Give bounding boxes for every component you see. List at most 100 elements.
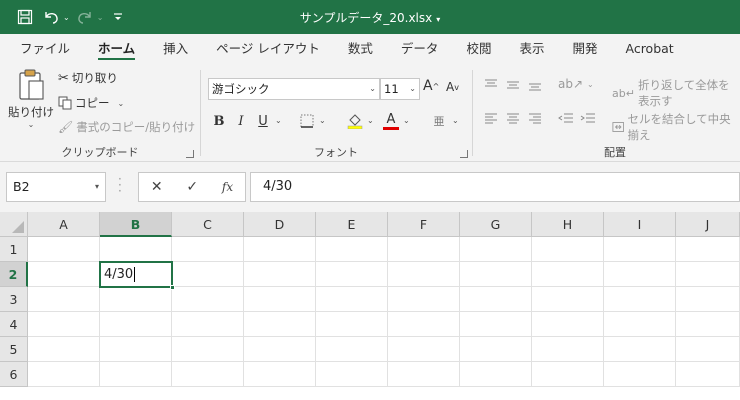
tab-page-layout[interactable]: ページ レイアウト — [202, 34, 334, 64]
cell-b1[interactable] — [100, 237, 172, 262]
cell-a1[interactable] — [28, 237, 100, 262]
insert-function-button[interactable]: fx — [222, 180, 233, 194]
cell-i6[interactable] — [604, 362, 676, 387]
column-header-i[interactable]: I — [604, 212, 676, 237]
cell-g1[interactable] — [460, 237, 532, 262]
enter-check-icon[interactable]: ✓ — [186, 179, 198, 195]
paste-dropdown-icon[interactable]: ⌄ — [28, 120, 35, 129]
cell-e4[interactable] — [316, 312, 388, 337]
copy-button[interactable]: コピー ⌄ — [58, 95, 124, 111]
align-bottom-icon[interactable] — [528, 78, 542, 92]
cell-d2[interactable] — [244, 262, 316, 287]
column-header-f[interactable]: F — [388, 212, 460, 237]
merge-center-button[interactable]: セルを結合して中央揃え — [612, 111, 740, 143]
cell-h1[interactable] — [532, 237, 604, 262]
borders-dropdown-icon[interactable]: ⌄ — [319, 116, 326, 125]
phonetic-guide-button[interactable]: 亜 — [428, 110, 450, 132]
tab-developer[interactable]: 開発 — [558, 34, 611, 64]
cell-j3[interactable] — [676, 287, 740, 312]
fill-color-button[interactable] — [344, 110, 366, 132]
cell-i1[interactable] — [604, 237, 676, 262]
orientation-button[interactable]: ab↗ ⌄ — [558, 77, 594, 91]
cell-g6[interactable] — [460, 362, 532, 387]
cell-e3[interactable] — [316, 287, 388, 312]
cell-b6[interactable] — [100, 362, 172, 387]
tab-view[interactable]: 表示 — [505, 34, 558, 64]
cell-h3[interactable] — [532, 287, 604, 312]
cell-e6[interactable] — [316, 362, 388, 387]
cell-i3[interactable] — [604, 287, 676, 312]
cut-button[interactable]: ✂ 切り取り — [58, 70, 118, 86]
font-color-button[interactable]: A — [380, 110, 402, 132]
cell-g4[interactable] — [460, 312, 532, 337]
select-all-button[interactable] — [0, 212, 28, 237]
resize-handle-icon[interactable]: · · · — [118, 173, 122, 197]
tab-data[interactable]: データ — [387, 34, 453, 64]
column-header-j[interactable]: J — [676, 212, 740, 237]
row-header-6[interactable]: 6 — [0, 362, 28, 387]
tab-insert[interactable]: 挿入 — [149, 34, 202, 64]
wrap-text-button[interactable]: ab↵ 折り返して全体を表示す — [612, 77, 740, 109]
tab-file[interactable]: ファイル — [6, 34, 84, 64]
font-launcher-icon[interactable] — [460, 150, 468, 158]
cancel-icon[interactable]: ✕ — [151, 179, 163, 195]
bold-button[interactable]: B — [208, 110, 230, 132]
cell-d1[interactable] — [244, 237, 316, 262]
cell-j5[interactable] — [676, 337, 740, 362]
decrease-indent-icon[interactable] — [558, 112, 574, 126]
cell-c3[interactable] — [172, 287, 244, 312]
cell-c2[interactable] — [172, 262, 244, 287]
column-header-e[interactable]: E — [316, 212, 388, 237]
decrease-font-size-button[interactable]: Av — [446, 80, 459, 94]
column-header-g[interactable]: G — [460, 212, 532, 237]
cell-e1[interactable] — [316, 237, 388, 262]
copy-dropdown-icon[interactable]: ⌄ — [118, 99, 125, 108]
window-title[interactable]: サンプルデータ_20.xlsx ▾ — [0, 9, 740, 26]
column-header-c[interactable]: C — [172, 212, 244, 237]
cell-g3[interactable] — [460, 287, 532, 312]
paste-button[interactable]: 貼り付け ⌄ — [8, 68, 54, 138]
row-header-5[interactable]: 5 — [0, 337, 28, 362]
cell-a6[interactable] — [28, 362, 100, 387]
align-right-icon[interactable] — [528, 112, 542, 126]
cell-a3[interactable] — [28, 287, 100, 312]
clipboard-launcher-icon[interactable] — [186, 150, 194, 158]
cell-b3[interactable] — [100, 287, 172, 312]
column-header-d[interactable]: D — [244, 212, 316, 237]
font-color-dropdown-icon[interactable]: ⌄ — [403, 116, 410, 125]
cell-c5[interactable] — [172, 337, 244, 362]
cell-d6[interactable] — [244, 362, 316, 387]
fill-handle[interactable] — [170, 285, 175, 290]
row-header-3[interactable]: 3 — [0, 287, 28, 312]
cell-a4[interactable] — [28, 312, 100, 337]
column-header-b[interactable]: B — [100, 212, 172, 237]
cell-c1[interactable] — [172, 237, 244, 262]
cell-b5[interactable] — [100, 337, 172, 362]
fill-color-dropdown-icon[interactable]: ⌄ — [367, 116, 374, 125]
font-size-select[interactable]: 11 ⌄ — [380, 78, 420, 100]
cell-h4[interactable] — [532, 312, 604, 337]
cell-c6[interactable] — [172, 362, 244, 387]
tab-review[interactable]: 校閲 — [452, 34, 505, 64]
cell-h2[interactable] — [532, 262, 604, 287]
column-header-a[interactable]: A — [28, 212, 100, 237]
cell-g2[interactable] — [460, 262, 532, 287]
font-name-select[interactable]: 游ゴシック ⌄ — [208, 78, 380, 100]
align-left-icon[interactable] — [484, 112, 498, 126]
cell-d5[interactable] — [244, 337, 316, 362]
row-header-2[interactable]: 2 — [0, 262, 28, 287]
cell-d4[interactable] — [244, 312, 316, 337]
cell-f2[interactable] — [388, 262, 460, 287]
column-header-h[interactable]: H — [532, 212, 604, 237]
cell-b4[interactable] — [100, 312, 172, 337]
cell-d3[interactable] — [244, 287, 316, 312]
row-header-4[interactable]: 4 — [0, 312, 28, 337]
underline-button[interactable]: U — [252, 110, 274, 132]
cell-i4[interactable] — [604, 312, 676, 337]
cell-a5[interactable] — [28, 337, 100, 362]
tab-home[interactable]: ホーム — [84, 34, 149, 64]
cell-j4[interactable] — [676, 312, 740, 337]
italic-button[interactable]: I — [230, 110, 252, 132]
cell-i5[interactable] — [604, 337, 676, 362]
cell-f6[interactable] — [388, 362, 460, 387]
